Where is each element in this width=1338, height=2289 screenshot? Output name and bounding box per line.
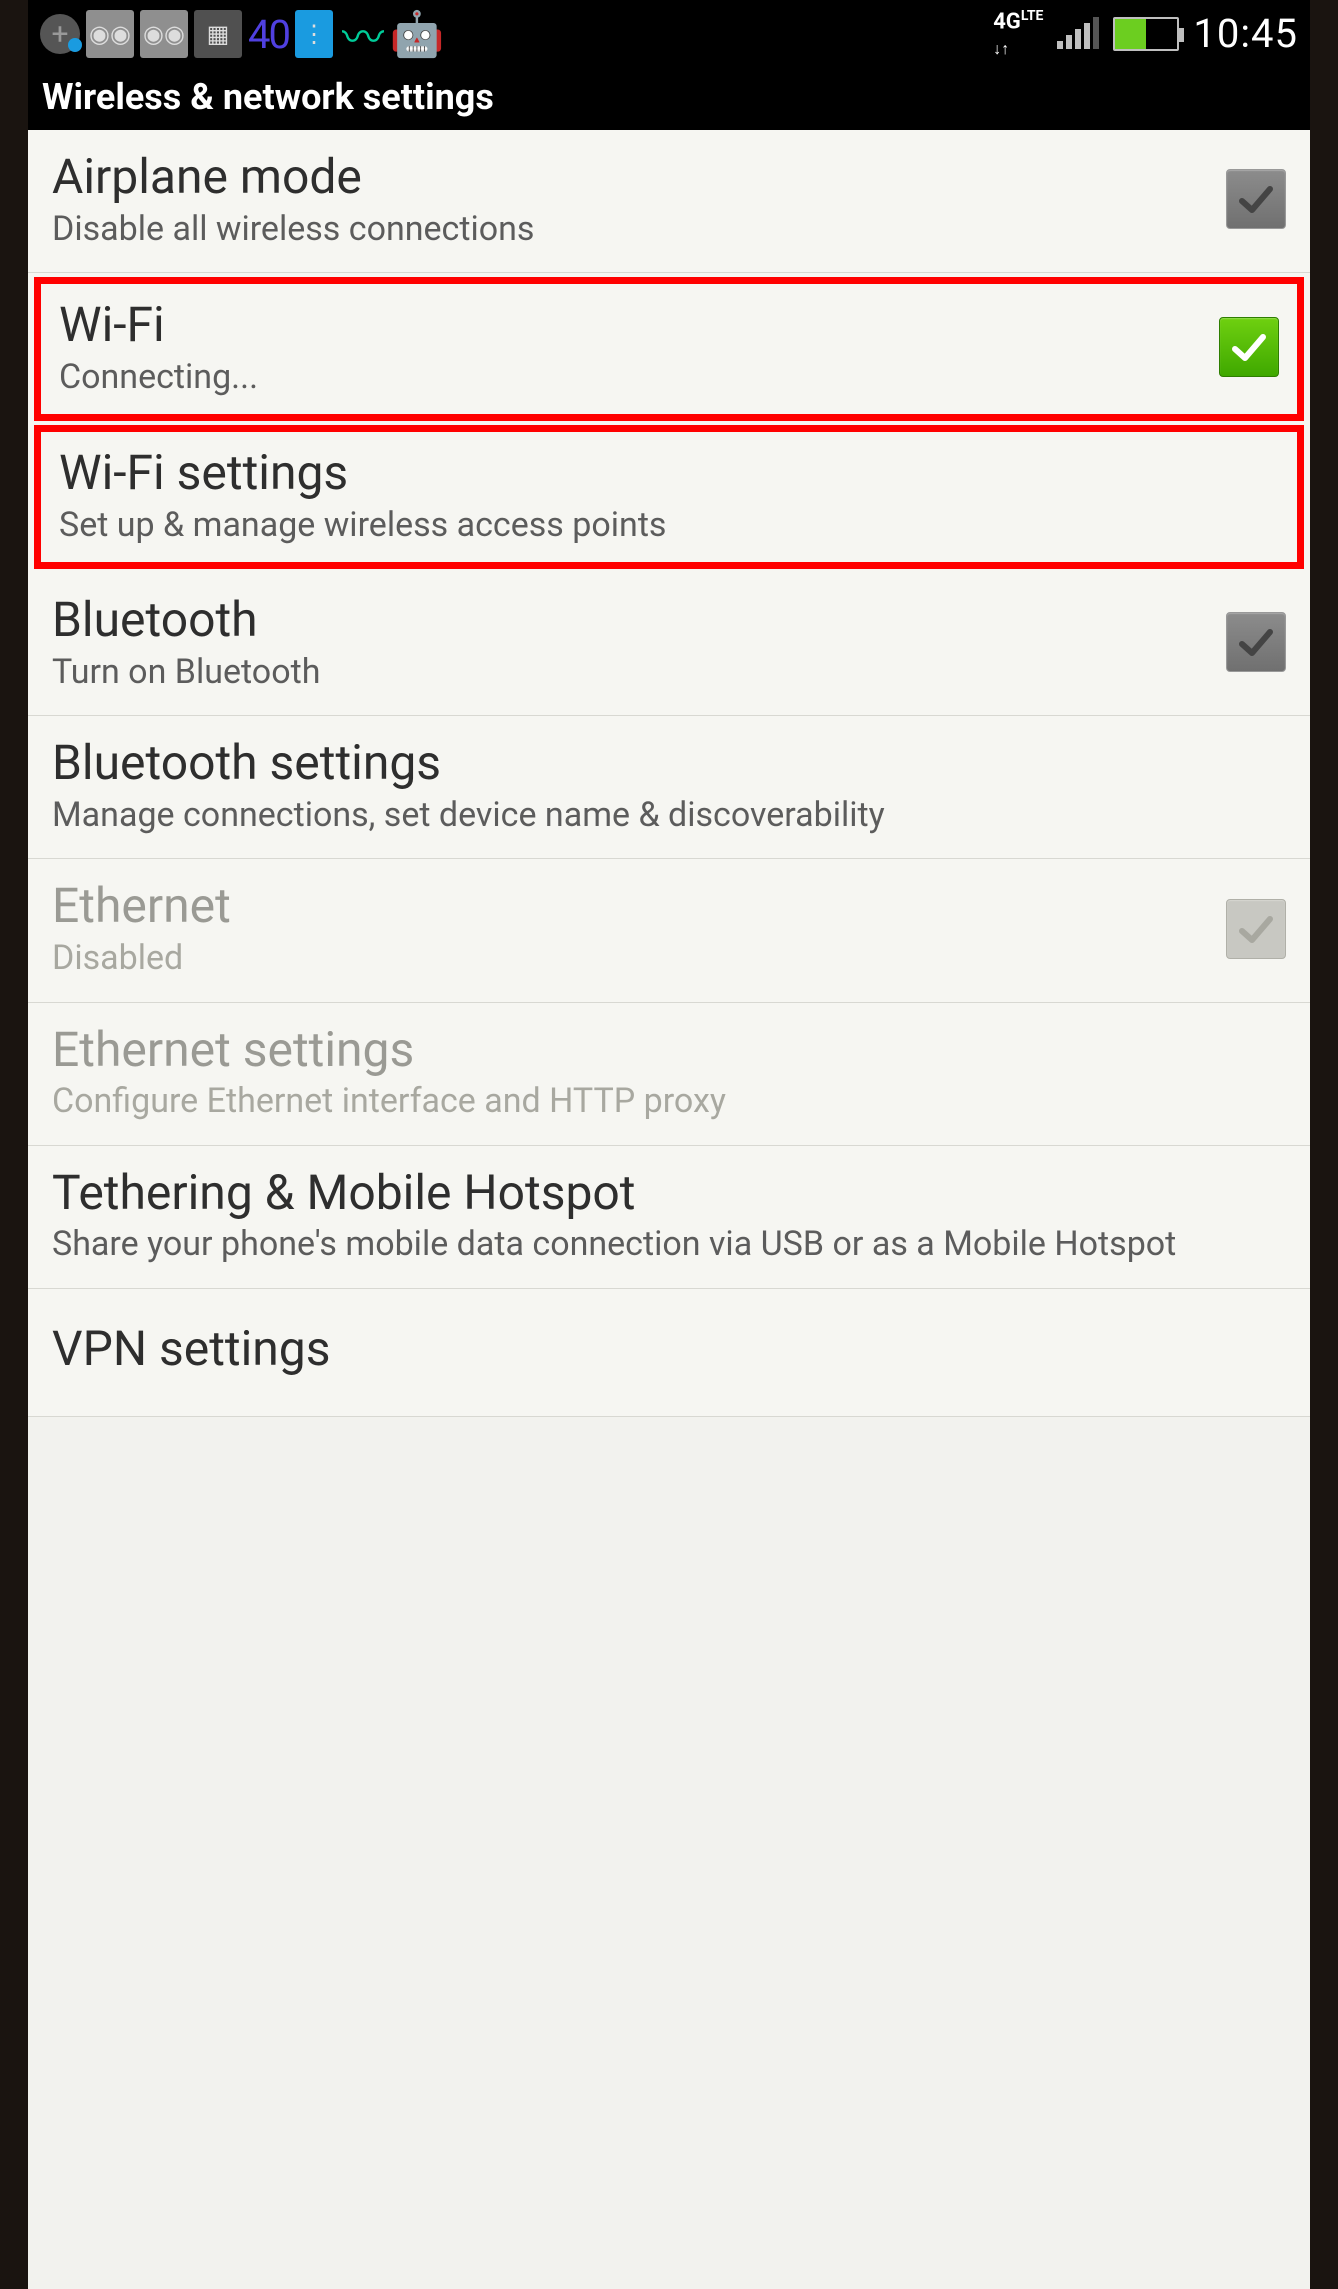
setting-text: EthernetDisabled xyxy=(52,877,1226,979)
setting-text: VPN settings xyxy=(52,1320,1286,1380)
setting-title: Airplane mode xyxy=(52,148,1216,206)
setting-item-bluetooth[interactable]: BluetoothTurn on Bluetooth xyxy=(28,573,1310,716)
setting-subtitle: Set up & manage wireless access points xyxy=(59,504,1269,547)
status-left: + ◉◉ ◉◉ ▦ 40 ⋮ 〰 🤖 xyxy=(40,10,441,58)
setting-text: Ethernet settingsConfigure Ethernet inte… xyxy=(52,1021,1286,1123)
status-right: 4GLTE↓↑ 10:45 xyxy=(993,8,1298,59)
setting-subtitle: Manage connections, set device name & di… xyxy=(52,794,1276,837)
setting-subtitle: Disable all wireless connections xyxy=(52,208,1216,251)
setting-text: Bluetooth settingsManage connections, se… xyxy=(52,734,1286,836)
status-bar: + ◉◉ ◉◉ ▦ 40 ⋮ 〰 🤖 4GLTE↓↑ 10:45 xyxy=(28,0,1310,68)
android-icon: 🤖 xyxy=(393,10,441,58)
menu-icon: ⋮ xyxy=(295,10,333,58)
setting-item-bluetooth-settings[interactable]: Bluetooth settingsManage connections, se… xyxy=(28,716,1310,859)
settings-list[interactable]: Airplane modeDisable all wireless connec… xyxy=(28,130,1310,1417)
setting-title: Ethernet settings xyxy=(52,1021,1276,1079)
battery-icon xyxy=(1113,17,1179,51)
setting-item-ethernet-settings[interactable]: Ethernet settingsConfigure Ethernet inte… xyxy=(28,1003,1310,1146)
setting-item-airplane-mode[interactable]: Airplane modeDisable all wireless connec… xyxy=(28,130,1310,273)
page-title: Wireless & network settings xyxy=(28,68,1310,130)
clock: 10:45 xyxy=(1193,10,1298,57)
dolphin-icon: 〰 xyxy=(339,10,387,58)
setting-item-vpn-settings[interactable]: VPN settings xyxy=(28,1289,1310,1417)
setting-item-ethernet[interactable]: EthernetDisabled xyxy=(28,859,1310,1002)
setting-item-wi-fi-settings[interactable]: Wi-Fi settingsSet up & manage wireless a… xyxy=(34,425,1304,569)
setting-title: Bluetooth settings xyxy=(52,734,1276,792)
setting-item-tethering-mobile-hotspot[interactable]: Tethering & Mobile HotspotShare your pho… xyxy=(28,1146,1310,1289)
checkbox[interactable] xyxy=(1219,317,1279,377)
setting-text: Wi-Fi settingsSet up & manage wireless a… xyxy=(59,444,1279,546)
checkbox[interactable] xyxy=(1226,612,1286,672)
setting-subtitle: Turn on Bluetooth xyxy=(52,651,1216,694)
setting-text: BluetoothTurn on Bluetooth xyxy=(52,591,1226,693)
setting-title: Ethernet xyxy=(52,877,1216,935)
setting-item-wi-fi[interactable]: Wi-FiConnecting... xyxy=(34,277,1304,421)
setting-subtitle: Share your phone's mobile data connectio… xyxy=(52,1223,1276,1266)
calendar-icon: ▦ xyxy=(194,10,242,58)
notification-icon: ◉◉ xyxy=(86,10,134,58)
checkbox[interactable] xyxy=(1226,169,1286,229)
signal-icon xyxy=(1057,19,1099,49)
checkbox xyxy=(1226,899,1286,959)
setting-subtitle: Disabled xyxy=(52,937,1216,980)
setting-title: Tethering & Mobile Hotspot xyxy=(52,1164,1276,1222)
notification-icon: ◉◉ xyxy=(140,10,188,58)
setting-title: Wi-Fi xyxy=(59,296,1209,354)
setting-title: Bluetooth xyxy=(52,591,1216,649)
network-label: 4GLTE↓↑ xyxy=(993,8,1043,59)
phone-screen: + ◉◉ ◉◉ ▦ 40 ⋮ 〰 🤖 4GLTE↓↑ 10:45 Wireles… xyxy=(28,0,1310,2289)
setting-subtitle: Configure Ethernet interface and HTTP pr… xyxy=(52,1080,1276,1123)
status-number: 40 xyxy=(248,11,289,58)
setting-subtitle: Connecting... xyxy=(59,356,1209,399)
setting-text: Airplane modeDisable all wireless connec… xyxy=(52,148,1226,250)
setting-title: Wi-Fi settings xyxy=(59,444,1269,502)
setting-text: Tethering & Mobile HotspotShare your pho… xyxy=(52,1164,1286,1266)
add-icon: + xyxy=(40,14,80,54)
setting-title: VPN settings xyxy=(52,1320,1276,1378)
setting-text: Wi-FiConnecting... xyxy=(59,296,1219,398)
